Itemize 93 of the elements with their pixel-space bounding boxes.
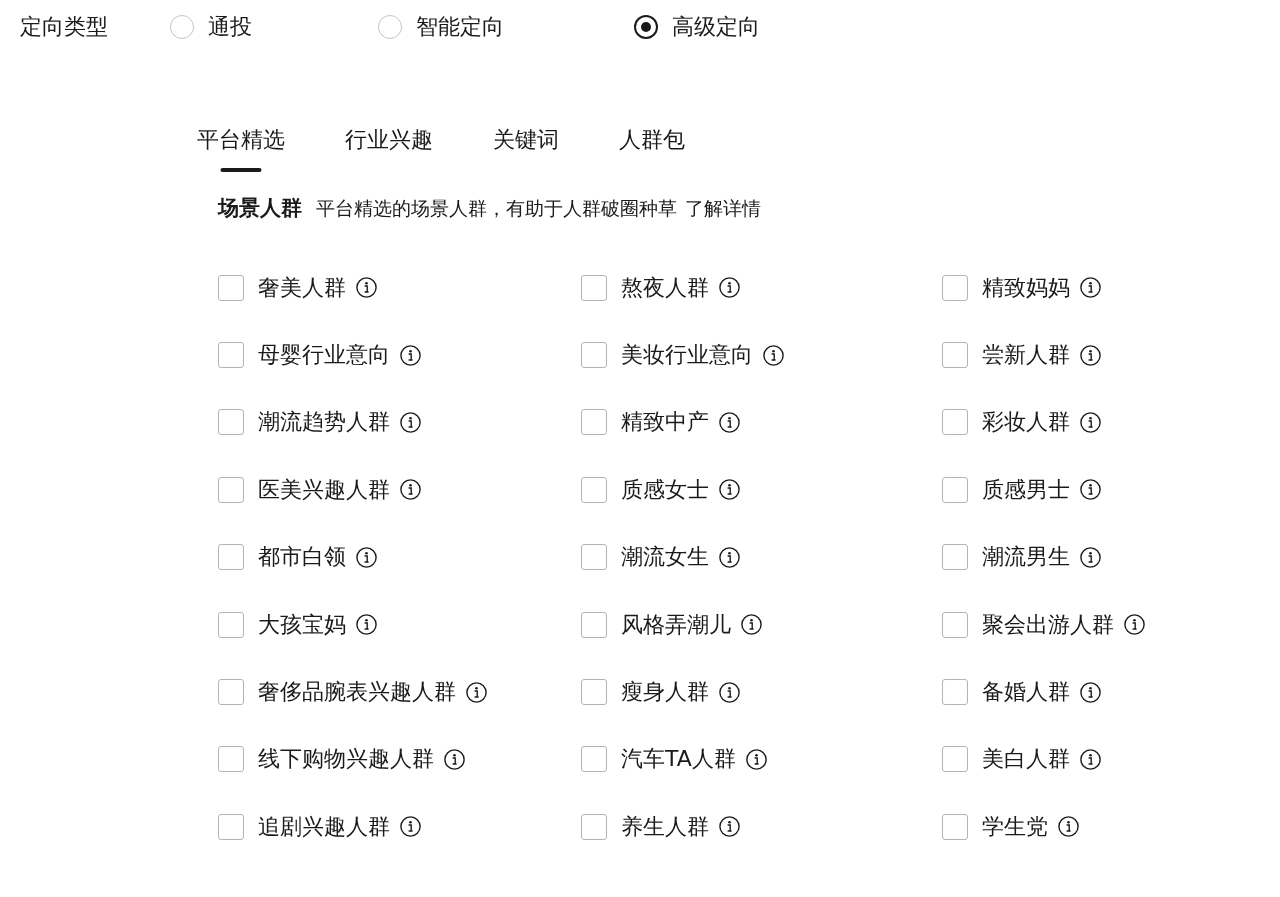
- checkbox-label[interactable]: 彩妆人群: [982, 407, 1070, 438]
- info-icon[interactable]: [1080, 748, 1101, 770]
- info-icon[interactable]: [745, 748, 767, 770]
- checkbox-label[interactable]: 风格弄潮儿: [621, 609, 731, 640]
- info-icon[interactable]: [356, 614, 377, 636]
- checkbox[interactable]: [218, 813, 244, 840]
- info-icon[interactable]: [1124, 614, 1145, 636]
- radio-label[interactable]: 通投: [208, 12, 252, 42]
- checkbox-label[interactable]: 潮流女生: [621, 542, 709, 573]
- checkbox-label[interactable]: 潮流趋势人群: [258, 407, 390, 438]
- checkbox[interactable]: [581, 342, 607, 369]
- info-icon[interactable]: [719, 546, 740, 568]
- checkbox[interactable]: [942, 544, 968, 571]
- checkbox[interactable]: [581, 544, 607, 571]
- checkbox-label[interactable]: 大孩宝妈: [258, 609, 346, 640]
- checkbox[interactable]: [942, 274, 968, 301]
- info-icon[interactable]: [763, 344, 784, 366]
- info-icon[interactable]: [1080, 344, 1101, 366]
- checkbox[interactable]: [581, 476, 607, 503]
- info-icon[interactable]: [719, 277, 740, 299]
- info-icon[interactable]: [1080, 411, 1101, 433]
- checkbox-label[interactable]: 奢美人群: [258, 272, 346, 303]
- checkbox-label[interactable]: 都市白领: [258, 542, 346, 573]
- info-icon[interactable]: [741, 614, 762, 636]
- info-icon[interactable]: [719, 681, 740, 703]
- checkbox[interactable]: [218, 746, 244, 773]
- checkbox-label[interactable]: 医美兴趣人群: [258, 474, 390, 505]
- checkbox[interactable]: [218, 679, 244, 706]
- info-icon[interactable]: [1080, 681, 1101, 703]
- info-icon[interactable]: [400, 479, 421, 501]
- info-icon[interactable]: [719, 479, 740, 501]
- checkbox[interactable]: [218, 544, 244, 571]
- checkbox[interactable]: [581, 409, 607, 436]
- radio-button[interactable]: [634, 15, 658, 39]
- checkbox[interactable]: [942, 342, 968, 369]
- info-icon[interactable]: [466, 681, 487, 703]
- info-icon[interactable]: [400, 816, 421, 838]
- section-description: 平台精选的场景人群，有助于人群破圈种草: [316, 196, 677, 221]
- checkbox[interactable]: [218, 409, 244, 436]
- checkbox[interactable]: [942, 746, 968, 773]
- info-icon[interactable]: [444, 748, 465, 770]
- checkbox[interactable]: [218, 274, 244, 301]
- info-icon[interactable]: [1080, 546, 1101, 568]
- info-icon[interactable]: [356, 277, 377, 299]
- checkbox[interactable]: [581, 274, 607, 301]
- checkbox[interactable]: [581, 813, 607, 840]
- tab[interactable]: 行业兴趣: [345, 126, 433, 172]
- checkbox-label[interactable]: 瘦身人群: [621, 677, 709, 708]
- checkbox[interactable]: [218, 342, 244, 369]
- checkbox-label[interactable]: 追剧兴趣人群: [258, 811, 390, 842]
- checkbox[interactable]: [942, 476, 968, 503]
- checkbox[interactable]: [218, 611, 244, 638]
- checkbox-label[interactable]: 学生党: [982, 811, 1048, 842]
- section-title: 场景人群: [218, 195, 302, 222]
- checkbox[interactable]: [942, 611, 968, 638]
- checkbox-label[interactable]: 美白人群: [982, 744, 1070, 775]
- info-icon[interactable]: [400, 344, 421, 366]
- tab[interactable]: 平台精选: [197, 126, 285, 172]
- info-icon[interactable]: [719, 411, 740, 433]
- info-icon[interactable]: [400, 411, 421, 433]
- checkbox[interactable]: [942, 813, 968, 840]
- checkbox-label[interactable]: 质感男士: [982, 474, 1070, 505]
- tab[interactable]: 关键词: [493, 126, 559, 172]
- info-icon[interactable]: [1058, 816, 1079, 838]
- checkbox[interactable]: [581, 611, 607, 638]
- checkbox-label[interactable]: 精致妈妈: [982, 272, 1070, 303]
- radio-label[interactable]: 高级定向: [672, 12, 760, 42]
- checkbox-label[interactable]: 潮流男生: [982, 542, 1070, 573]
- checkbox[interactable]: [581, 746, 607, 773]
- checkbox[interactable]: [581, 679, 607, 706]
- info-icon[interactable]: [719, 816, 740, 838]
- details-link[interactable]: 了解详情: [685, 196, 761, 222]
- tab[interactable]: 人群包: [619, 126, 685, 172]
- checkbox[interactable]: [218, 476, 244, 503]
- checkbox-label[interactable]: 聚会出游人群: [982, 609, 1114, 640]
- checkbox-label[interactable]: 养生人群: [621, 811, 709, 842]
- info-icon[interactable]: [1080, 479, 1101, 501]
- checkbox-label[interactable]: 备婚人群: [982, 677, 1070, 708]
- targeting-type-label: 定向类型: [20, 13, 109, 41]
- checkbox[interactable]: [942, 679, 968, 706]
- radio-label[interactable]: 智能定向: [416, 12, 504, 42]
- info-icon[interactable]: [356, 546, 377, 568]
- checkbox-label[interactable]: 线下购物兴趣人群: [258, 744, 434, 775]
- checkbox-label[interactable]: 母婴行业意向: [258, 340, 390, 371]
- checkbox-label[interactable]: 质感女士: [621, 474, 709, 505]
- checkbox-label[interactable]: 熬夜人群: [621, 272, 709, 303]
- checkbox-label[interactable]: 精致中产: [621, 407, 709, 438]
- checkbox-label[interactable]: 奢侈品腕表兴趣人群: [258, 677, 456, 708]
- info-icon[interactable]: [1080, 277, 1101, 299]
- checkbox-label[interactable]: 汽车TA人群: [621, 744, 736, 775]
- checkbox[interactable]: [942, 409, 968, 436]
- checkbox-label[interactable]: 尝新人群: [982, 340, 1070, 371]
- checkbox-label[interactable]: 美妆行业意向: [621, 340, 753, 371]
